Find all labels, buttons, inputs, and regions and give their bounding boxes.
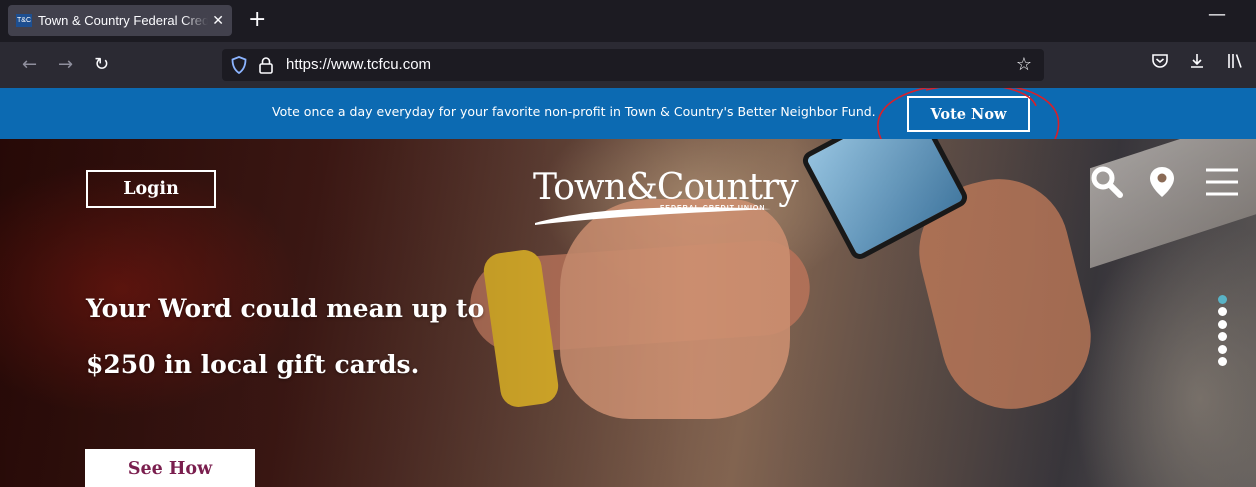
web-page: Vote once a day everyday for your favori… [0, 88, 1256, 487]
slide-dot[interactable] [1218, 344, 1227, 354]
new-tab-button[interactable]: + [248, 7, 266, 32]
tab-close-icon[interactable]: ✕ [212, 13, 224, 29]
slide-dot[interactable] [1218, 332, 1227, 342]
url-text[interactable]: https://www.tcfcu.com [286, 56, 431, 73]
download-icon[interactable] [1188, 52, 1206, 70]
favicon-icon: T&C [16, 14, 32, 27]
url-bar[interactable]: https://www.tcfcu.com ☆ [222, 49, 1044, 81]
back-arrow-icon[interactable]: ← [22, 54, 37, 75]
tab-strip: T&C Town & Country Federal Credit Union … [0, 0, 1256, 42]
reload-icon[interactable]: ↻ [94, 54, 109, 75]
menu-icon[interactable] [1204, 165, 1240, 199]
tab-title: Town & Country Federal Credit Union [38, 13, 209, 28]
tracking-shield-icon[interactable] [231, 56, 247, 74]
bookmark-star-icon[interactable]: ☆ [1016, 54, 1032, 75]
browser-tab[interactable]: T&C Town & Country Federal Credit Union … [8, 5, 232, 36]
slide-dot[interactable] [1218, 319, 1227, 329]
forward-arrow-icon[interactable]: → [58, 54, 73, 75]
lock-icon[interactable] [258, 56, 274, 74]
banner-message: Vote once a day everyday for your favori… [272, 104, 876, 119]
login-button[interactable]: Login [86, 170, 216, 208]
nav-toolbar: ← → ↻ https://www.tcfcu.com ☆ [0, 42, 1256, 88]
headline-line-2: $250 in local gift cards. [86, 350, 420, 379]
slide-indicators [1218, 295, 1227, 369]
hero-section: Login Town&Country FEDERAL CREDIT UNION … [0, 139, 1256, 487]
minimize-button[interactable]: — [1208, 4, 1226, 25]
announcement-banner: Vote once a day everyday for your favori… [0, 88, 1256, 180]
search-icon[interactable] [1090, 165, 1124, 199]
hero-headline: Your Word could mean up to $250 in local… [86, 281, 484, 393]
pocket-icon[interactable] [1151, 52, 1169, 70]
slide-dot[interactable] [1218, 307, 1227, 317]
library-icon[interactable] [1226, 52, 1244, 70]
slide-dot[interactable] [1218, 356, 1227, 366]
slide-dot[interactable] [1218, 295, 1227, 304]
location-pin-icon[interactable] [1148, 165, 1176, 199]
see-how-button[interactable]: See How [85, 449, 255, 487]
logo-text: Town&Country [533, 167, 799, 208]
headline-line-1: Your Word could mean up to [86, 294, 485, 323]
logo-subtext: FEDERAL CREDIT UNION [660, 205, 766, 212]
brand-logo[interactable]: Town&Country FEDERAL CREDIT UNION [533, 167, 799, 235]
